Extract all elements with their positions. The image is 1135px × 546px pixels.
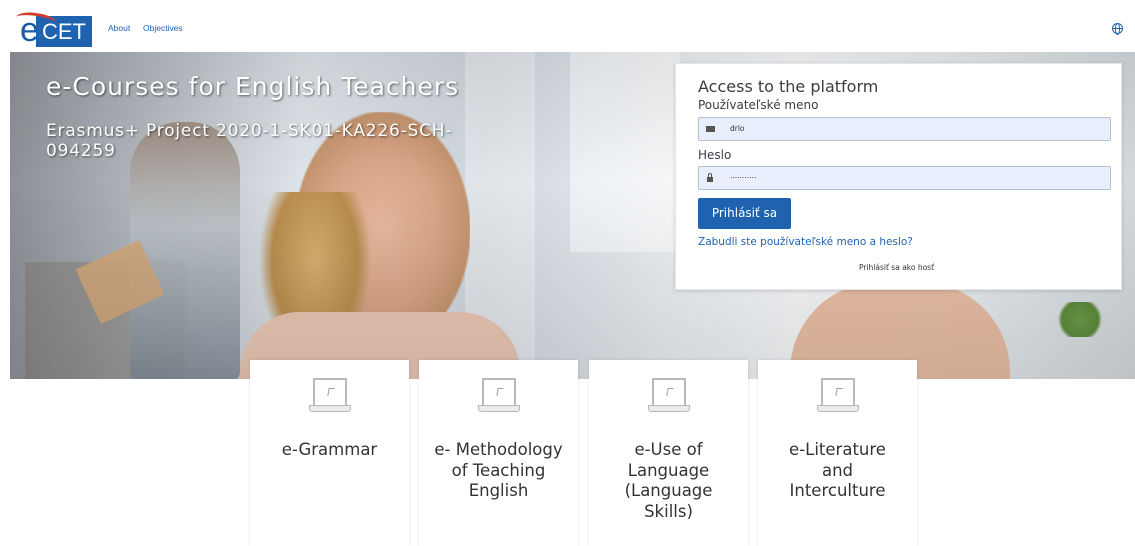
login-title: Access to the platform xyxy=(698,77,879,96)
globe-icon[interactable] xyxy=(1112,23,1123,35)
navbar: e CET About Objectives xyxy=(0,0,1135,52)
password-field[interactable]: ........... xyxy=(698,166,1111,190)
course-card-literature[interactable]: e-Literature and Interculture xyxy=(758,360,917,546)
laptop-icon xyxy=(478,378,520,414)
course-title: e-Grammar xyxy=(281,440,378,459)
username-label: Používateľské meno xyxy=(698,98,819,112)
site-logo[interactable]: e CET xyxy=(15,10,92,49)
nav-link-about[interactable]: About xyxy=(108,23,130,33)
password-label: Heslo xyxy=(698,148,732,162)
laptop-icon xyxy=(648,378,690,414)
guest-login-link[interactable]: Prihlásiť sa ako hosť xyxy=(859,263,934,272)
laptop-icon xyxy=(309,378,351,414)
laptop-icon xyxy=(817,378,859,414)
login-button[interactable]: Prihlásiť sa xyxy=(698,198,791,229)
course-card-grammar[interactable]: e-Grammar xyxy=(250,360,409,546)
course-card-methodology[interactable]: e- Methodology of Teaching English xyxy=(419,360,578,546)
username-value: drlo xyxy=(730,124,745,133)
login-panel: Access to the platform Používateľské men… xyxy=(675,63,1122,290)
course-card-use-of-language[interactable]: e-Use of Language (Language Skills) xyxy=(589,360,748,546)
lock-icon xyxy=(699,167,721,189)
username-field[interactable]: drlo xyxy=(698,117,1111,141)
course-title: e-Literature and Interculture xyxy=(789,440,886,500)
hero-title: e-Courses for English Teachers xyxy=(46,72,460,101)
forgot-password-link[interactable]: Zabudli ste používateľské meno a heslo? xyxy=(698,236,913,248)
hero-subtitle: Erasmus+ Project 2020-1-SK01-KA226-SCH-0… xyxy=(46,121,453,161)
envelope-icon xyxy=(699,118,721,140)
course-title: e-Use of Language (Language Skills) xyxy=(624,440,713,521)
password-value: ........... xyxy=(730,171,757,180)
nav-link-objectives[interactable]: Objectives xyxy=(143,23,183,33)
course-title: e- Methodology of Teaching English xyxy=(434,440,563,500)
